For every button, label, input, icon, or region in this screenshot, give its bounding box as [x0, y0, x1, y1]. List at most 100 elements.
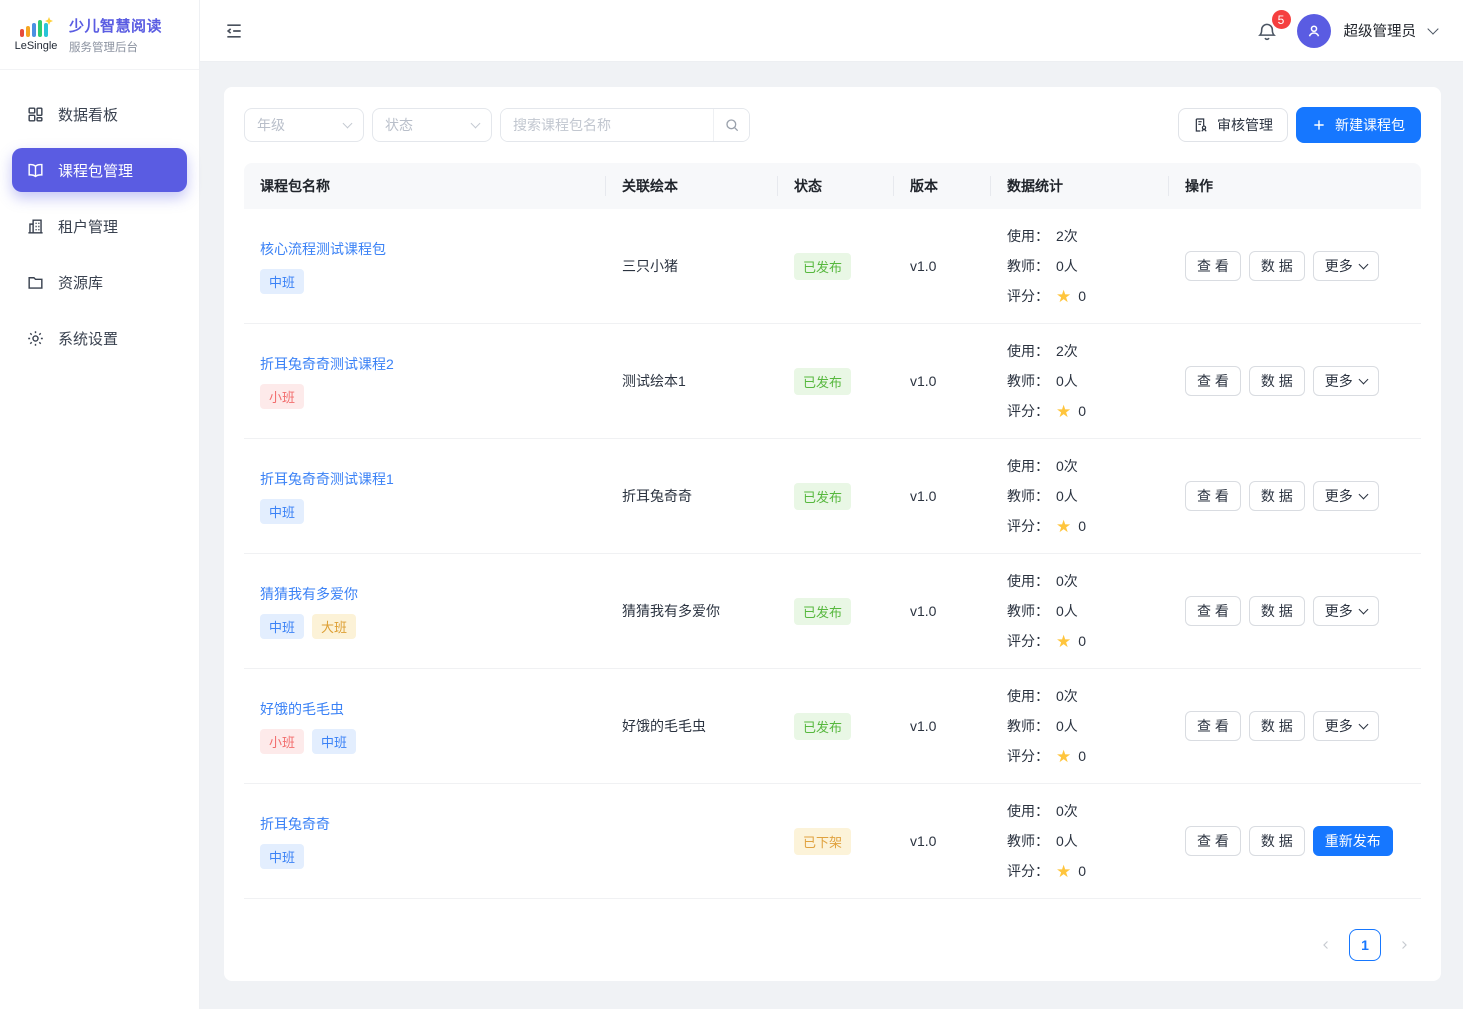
- actions-cell: 查 看数 据更多: [1169, 251, 1421, 281]
- status-badge: 已发布: [794, 368, 851, 395]
- grade-tags: 中班: [260, 499, 590, 524]
- search-input[interactable]: [501, 109, 713, 141]
- course-name-link[interactable]: 折耳兔奇奇: [260, 814, 330, 834]
- top-bar: 5 超级管理员: [200, 0, 1463, 62]
- view-button[interactable]: 查 看: [1185, 481, 1241, 511]
- status-select-value: 状态: [385, 115, 413, 135]
- stats-cell: 使用：0次教师：0人评分：★0: [991, 566, 1169, 656]
- audit-icon: [1193, 117, 1209, 133]
- grade-select[interactable]: 年级: [244, 108, 364, 142]
- data-button[interactable]: 数 据: [1249, 481, 1305, 511]
- usage-stat: 使用：2次: [1007, 221, 1153, 251]
- avatar[interactable]: [1297, 14, 1331, 48]
- rating-stat: 评分：★0: [1007, 396, 1153, 426]
- previous-page-button[interactable]: [1311, 930, 1341, 960]
- course-name-cell: 核心流程测试课程包中班: [244, 239, 606, 294]
- version-cell: v1.0: [894, 718, 991, 734]
- usage-stat: 使用：0次: [1007, 796, 1153, 826]
- sidebar-item-course-packages[interactable]: 课程包管理: [12, 148, 187, 192]
- data-button[interactable]: 数 据: [1249, 251, 1305, 281]
- grade-tags: 小班中班: [260, 729, 590, 754]
- status-select[interactable]: 状态: [372, 108, 492, 142]
- sidebar-item-resources[interactable]: 资源库: [12, 260, 187, 304]
- view-button[interactable]: 查 看: [1185, 826, 1241, 856]
- actions-cell: 查 看数 据更多: [1169, 711, 1421, 741]
- view-button[interactable]: 查 看: [1185, 251, 1241, 281]
- search-box: [500, 108, 750, 142]
- version-cell: v1.0: [894, 488, 991, 504]
- chevron-down-icon[interactable]: [1427, 23, 1438, 34]
- more-button[interactable]: 更多: [1313, 596, 1379, 626]
- data-button[interactable]: 数 据: [1249, 366, 1305, 396]
- status-cell: 已发布: [778, 598, 894, 625]
- course-name-link[interactable]: 折耳兔奇奇测试课程2: [260, 354, 394, 374]
- notification-bell-icon[interactable]: 5: [1256, 18, 1284, 43]
- grade-tag: 中班: [260, 499, 304, 524]
- more-button[interactable]: 更多: [1313, 366, 1379, 396]
- course-name-link[interactable]: 折耳兔奇奇测试课程1: [260, 469, 394, 489]
- grade-tags: 小班: [260, 384, 590, 409]
- usage-stat: 使用：0次: [1007, 566, 1153, 596]
- sidebar-item-dashboard[interactable]: 数据看板: [12, 92, 187, 136]
- column-header-version: 版本: [894, 176, 991, 196]
- column-header-book: 关联绘本: [606, 176, 778, 196]
- search-icon[interactable]: [713, 109, 749, 141]
- more-button[interactable]: 更多: [1313, 251, 1379, 281]
- table-row: 核心流程测试课程包中班三只小猪已发布v1.0使用：2次教师：0人评分：★0查 看…: [244, 209, 1421, 324]
- actions-cell: 查 看数 据更多: [1169, 366, 1421, 396]
- course-package-table: 课程包名称 关联绘本 状态 版本 数据统计 操作 核心流程测试课程包中班三只小猪…: [244, 163, 1421, 913]
- course-name-link[interactable]: 好饿的毛毛虫: [260, 699, 344, 719]
- open-book-icon: [26, 161, 45, 180]
- stats-cell: 使用：2次教师：0人评分：★0: [991, 221, 1169, 311]
- more-button[interactable]: 更多: [1313, 711, 1379, 741]
- username[interactable]: 超级管理员: [1344, 20, 1417, 41]
- next-page-button[interactable]: [1389, 930, 1419, 960]
- page-number-1[interactable]: 1: [1349, 929, 1381, 961]
- menu-fold-icon[interactable]: [224, 21, 244, 41]
- course-package-card: 年级 状态: [224, 87, 1441, 981]
- sidebar-item-settings[interactable]: 系统设置: [12, 316, 187, 360]
- table-body: 核心流程测试课程包中班三只小猪已发布v1.0使用：2次教师：0人评分：★0查 看…: [244, 209, 1421, 899]
- table-row: 折耳兔奇奇测试课程1中班折耳兔奇奇已发布v1.0使用：0次教师：0人评分：★0查…: [244, 439, 1421, 554]
- course-name-link[interactable]: 猜猜我有多爱你: [260, 584, 358, 604]
- create-course-package-button[interactable]: 新建课程包: [1296, 107, 1421, 143]
- rating-stat: 评分：★0: [1007, 741, 1153, 771]
- course-name-link[interactable]: 核心流程测试课程包: [260, 239, 386, 259]
- star-icon: ★: [1056, 748, 1071, 765]
- status-badge: 已发布: [794, 483, 851, 510]
- chevron-down-icon: [1358, 489, 1368, 499]
- plus-icon: [1312, 118, 1326, 132]
- review-management-button[interactable]: 审核管理: [1178, 108, 1288, 142]
- sidebar-nav: 数据看板 课程包管理 租户管理 资源库: [0, 70, 199, 382]
- table-row: 猜猜我有多爱你中班大班猜猜我有多爱你已发布v1.0使用：0次教师：0人评分：★0…: [244, 554, 1421, 669]
- course-name-cell: 折耳兔奇奇中班: [244, 814, 606, 869]
- rating-stat: 评分：★0: [1007, 281, 1153, 311]
- brand-name: LeSingle: [15, 40, 58, 52]
- book-cell: 测试绘本1: [606, 371, 778, 391]
- teachers-stat: 教师：0人: [1007, 711, 1153, 741]
- column-header-name: 课程包名称: [244, 176, 606, 196]
- stats-cell: 使用：0次教师：0人评分：★0: [991, 451, 1169, 541]
- dashboard-icon: [26, 105, 45, 124]
- chevron-down-icon: [1358, 604, 1368, 614]
- view-button[interactable]: 查 看: [1185, 596, 1241, 626]
- view-button[interactable]: 查 看: [1185, 711, 1241, 741]
- view-button[interactable]: 查 看: [1185, 366, 1241, 396]
- more-button[interactable]: 更多: [1313, 481, 1379, 511]
- content: 年级 状态: [200, 62, 1463, 1009]
- status-badge: 已发布: [794, 598, 851, 625]
- data-button[interactable]: 数 据: [1249, 596, 1305, 626]
- sidebar-item-tenants[interactable]: 租户管理: [12, 204, 187, 248]
- data-button[interactable]: 数 据: [1249, 826, 1305, 856]
- table-row: 折耳兔奇奇中班已下架v1.0使用：0次教师：0人评分：★0查 看数 据重新发布: [244, 784, 1421, 899]
- version-cell: v1.0: [894, 833, 991, 849]
- chevron-down-icon: [471, 119, 481, 129]
- column-header-actions: 操作: [1169, 176, 1421, 196]
- course-name-block: 折耳兔奇奇中班: [260, 814, 590, 869]
- usage-stat: 使用：0次: [1007, 451, 1153, 481]
- book-cell: 猜猜我有多爱你: [606, 601, 778, 621]
- gear-icon: [26, 329, 45, 348]
- table-row: 好饿的毛毛虫小班中班好饿的毛毛虫已发布v1.0使用：0次教师：0人评分：★0查 …: [244, 669, 1421, 784]
- data-button[interactable]: 数 据: [1249, 711, 1305, 741]
- republish-button[interactable]: 重新发布: [1313, 826, 1393, 856]
